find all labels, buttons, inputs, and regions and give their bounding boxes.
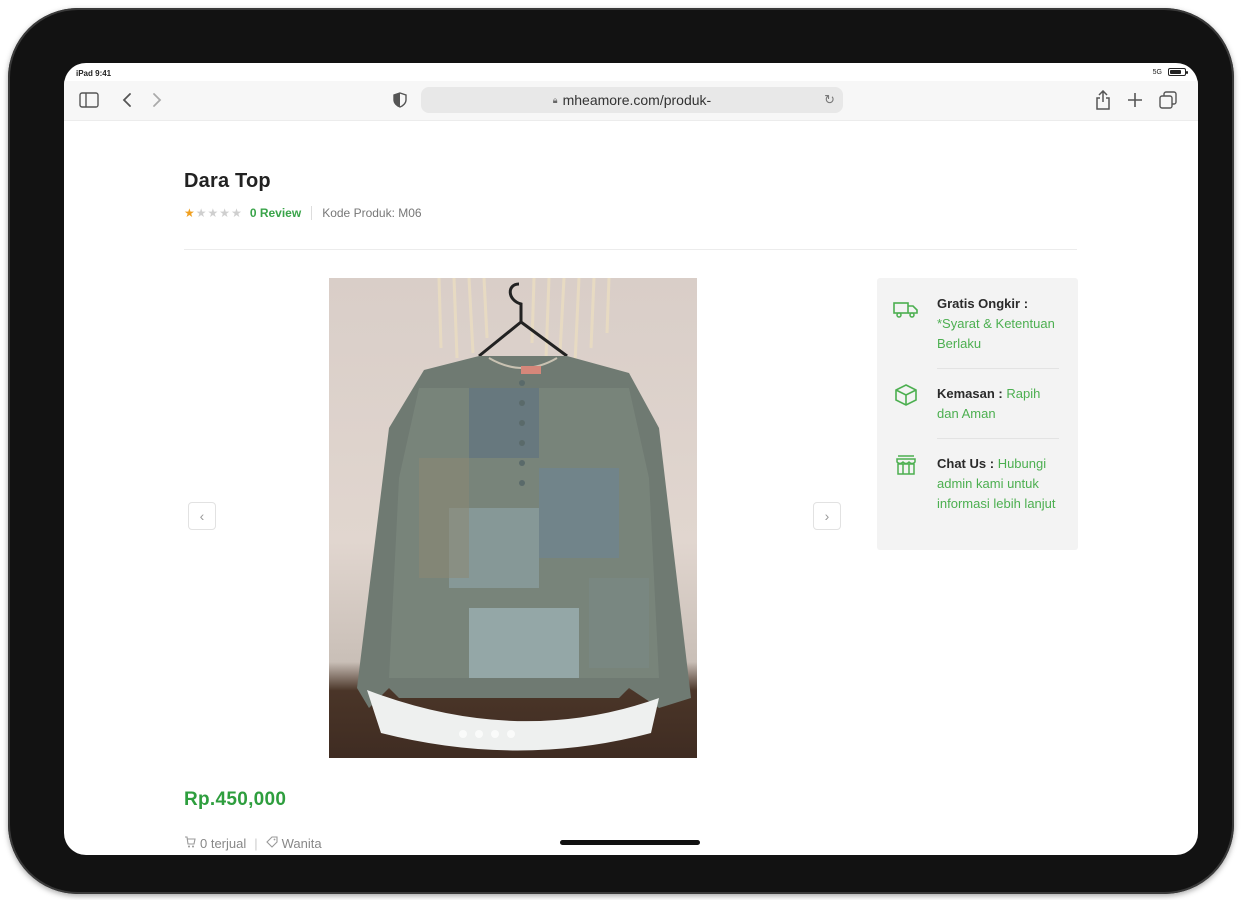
star-icon: ★ [231,206,242,220]
status-right: 5G [1152,68,1188,76]
carousel-prev-button[interactable]: ‹ [188,502,216,530]
truck-icon [893,296,919,322]
shield-icon[interactable] [389,89,411,111]
address-bar[interactable]: 🔒︎ mheamore.com/produk- ↻ [421,87,843,113]
star-icon: ★ [207,206,219,220]
url-text: mheamore.com/produk- [562,92,712,108]
carousel-next-button[interactable]: › [813,502,841,530]
review-link[interactable]: 0 Review [250,206,301,220]
chat-title: Chat Us : [937,456,995,471]
ipad-frame: iPad 9:41 5G 🔒︎ mheamore.com/produk- ↻ D… [8,8,1234,894]
box-icon [893,382,919,408]
info-panel: Gratis Ongkir : *Syarat & Ketentuan Berl… [877,278,1078,550]
home-indicator [560,840,700,845]
star-icon: ★ [219,206,231,220]
shipping-title: Gratis Ongkir : [937,296,1029,311]
screen: iPad 9:41 5G 🔒︎ mheamore.com/produk- ↻ D… [64,63,1198,855]
packaging-title: Kemasan : [937,386,1003,401]
rating-stars: ★ ★ ★ ★ ★ [184,207,242,219]
carousel-dot[interactable] [491,730,499,738]
chevron-right-icon: › [824,508,830,524]
divider [311,206,313,220]
info-divider [937,438,1059,439]
header-divider [184,249,1077,250]
category-link[interactable]: Wanita [282,836,322,851]
status-bar: iPad 9:41 5G [64,63,1198,83]
store-icon [893,452,919,478]
product-image[interactable] [329,278,697,758]
sidebar-icon[interactable] [78,89,100,111]
chevron-left-icon: ‹ [199,508,205,524]
star-icon: ★ [195,206,207,220]
carousel-dot[interactable] [475,730,483,738]
carousel-dot[interactable] [459,730,467,738]
reload-icon[interactable]: ↻ [824,92,835,108]
product-sub-meta: 0 terjual | Wanita [184,836,322,851]
status-time: iPad 9:41 [76,69,112,78]
product-title: Dara Top [184,170,271,192]
packaging-text: Kemasan : Rapih dan Aman [937,384,1061,424]
plus-icon[interactable] [1124,89,1146,111]
battery-icon [1168,68,1188,76]
divider: | [254,836,258,851]
shipping-terms-link[interactable]: *Syarat & Ketentuan Berlaku [937,316,1055,351]
network-indicator: 5G [1152,68,1162,76]
product-code: Kode Produk: M06 [322,206,422,220]
sold-count: 0 terjual [200,836,247,851]
tag-icon [265,836,278,851]
carousel-dot[interactable] [507,730,515,738]
star-icon: ★ [184,206,195,220]
info-divider [937,368,1059,369]
carousel-dots [459,730,515,738]
chat-text: Chat Us : Hubungi admin kami untuk infor… [937,454,1061,514]
product-price: Rp.450,000 [184,789,287,810]
tabs-icon[interactable] [1157,89,1179,111]
shipping-text: Gratis Ongkir : *Syarat & Ketentuan Berl… [937,294,1061,354]
back-icon[interactable] [116,89,138,111]
lock-icon: 🔒︎ [552,94,558,105]
browser-toolbar: 🔒︎ mheamore.com/produk- ↻ [64,81,1198,121]
forward-icon[interactable] [146,89,168,111]
product-meta: ★ ★ ★ ★ ★ 0 Review Kode Produk: M06 [184,206,422,220]
product-illustration [357,278,691,751]
share-icon[interactable] [1092,89,1114,111]
cart-icon [184,836,196,851]
